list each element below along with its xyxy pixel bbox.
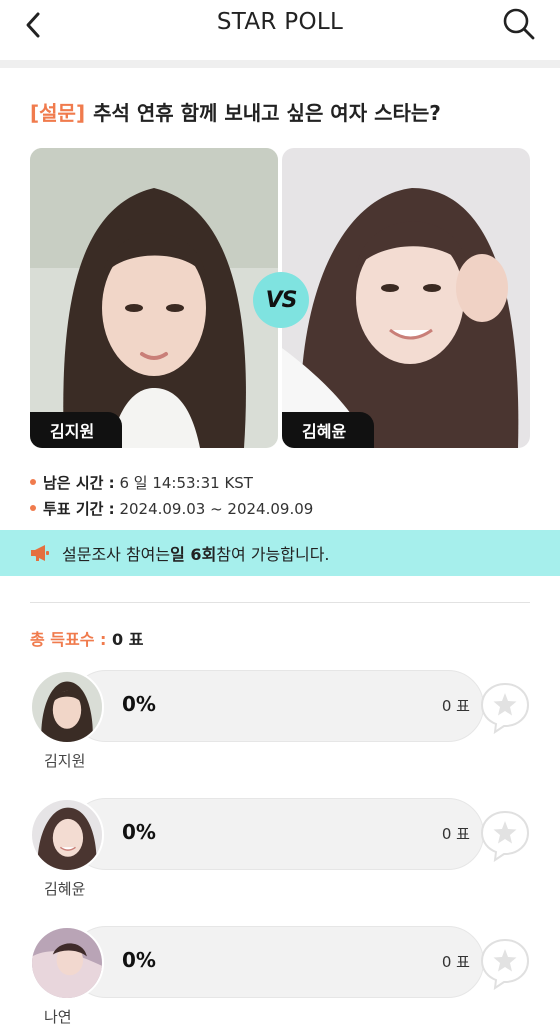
result-row: 0% 0 표 김지원: [30, 670, 560, 782]
result-row: 0% 0 표 나연: [30, 926, 560, 1031]
vote-star-button[interactable]: [478, 936, 532, 991]
result-name: 김혜윤: [44, 880, 86, 898]
poll-tag: [설문]: [30, 101, 86, 125]
candidate-portrait-2: [282, 148, 530, 448]
vote-star-button[interactable]: [478, 808, 532, 863]
star-bubble-icon: [480, 682, 530, 735]
app-header: STAR POLL: [0, 0, 560, 60]
vote-period-value: 2024.09.03 ~ 2024.09.09: [119, 500, 314, 518]
vote-star-button[interactable]: [478, 680, 532, 735]
remaining-time-value: 6 일 14:53:31 KST: [119, 474, 253, 492]
result-votes: 0 표: [441, 697, 470, 715]
section-divider: [30, 602, 530, 603]
search-button[interactable]: [500, 5, 538, 43]
vs-matchup: 김지원 김혜윤 VS: [30, 148, 530, 448]
remaining-time-label: 남은 시간 :: [43, 474, 115, 492]
result-percent: 0%: [122, 692, 156, 716]
vote-period: 투표 기간 : 2024.09.03 ~ 2024.09.09: [30, 498, 313, 519]
result-votes: 0 표: [441, 953, 470, 971]
avatar[interactable]: [30, 670, 104, 744]
avatar-portrait: [32, 928, 102, 998]
search-icon: [503, 8, 535, 40]
remaining-time: 남은 시간 : 6 일 14:53:31 KST: [30, 472, 253, 493]
candidate-photo-right[interactable]: 김혜윤: [282, 148, 530, 448]
page-title: STAR POLL: [216, 9, 344, 35]
notice-text-bold: 일 6회: [170, 545, 217, 564]
header-divider: [0, 60, 560, 68]
result-name: 나연: [44, 1008, 72, 1026]
avatar-portrait: [32, 672, 102, 742]
vote-period-label: 투표 기간 :: [43, 500, 115, 518]
star-bubble-icon: [480, 810, 530, 863]
notice-text-before: 설문조사 참여는: [62, 545, 171, 564]
avatar[interactable]: [30, 798, 104, 872]
bullet-dot: [30, 478, 36, 485]
avatar[interactable]: [30, 926, 104, 1000]
total-votes-value: 0 표: [112, 630, 144, 649]
star-bubble-icon: [480, 938, 530, 991]
result-name: 김지원: [44, 752, 86, 770]
result-votes: 0 표: [441, 825, 470, 843]
result-row: 0% 0 표 김혜윤: [30, 798, 560, 910]
bullet-dot: [30, 504, 36, 511]
notice-text-after: 참여 가능합니다.: [216, 545, 330, 564]
candidate-name-right: 김혜윤: [282, 412, 375, 448]
result-percent: 0%: [122, 820, 156, 844]
total-votes-label: 총 득표수 :: [30, 630, 107, 649]
poll-question: [설문] 추석 연휴 함께 보내고 싶은 여자 스타는?: [30, 97, 540, 126]
candidate-name-left: 김지원: [30, 412, 123, 448]
participation-notice: 설문조사 참여는 일 6회 참여 가능합니다.: [0, 530, 560, 576]
candidate-photo-left[interactable]: 김지원: [30, 148, 278, 448]
poll-question-text: 추석 연휴 함께 보내고 싶은 여자 스타는?: [93, 101, 441, 125]
candidate-portrait-1: [30, 148, 278, 448]
avatar-portrait: [32, 800, 102, 870]
total-votes: 총 득표수 : 0 표: [30, 626, 143, 650]
megaphone-icon: [30, 544, 50, 562]
result-percent: 0%: [122, 948, 156, 972]
vs-badge: VS: [253, 272, 309, 328]
